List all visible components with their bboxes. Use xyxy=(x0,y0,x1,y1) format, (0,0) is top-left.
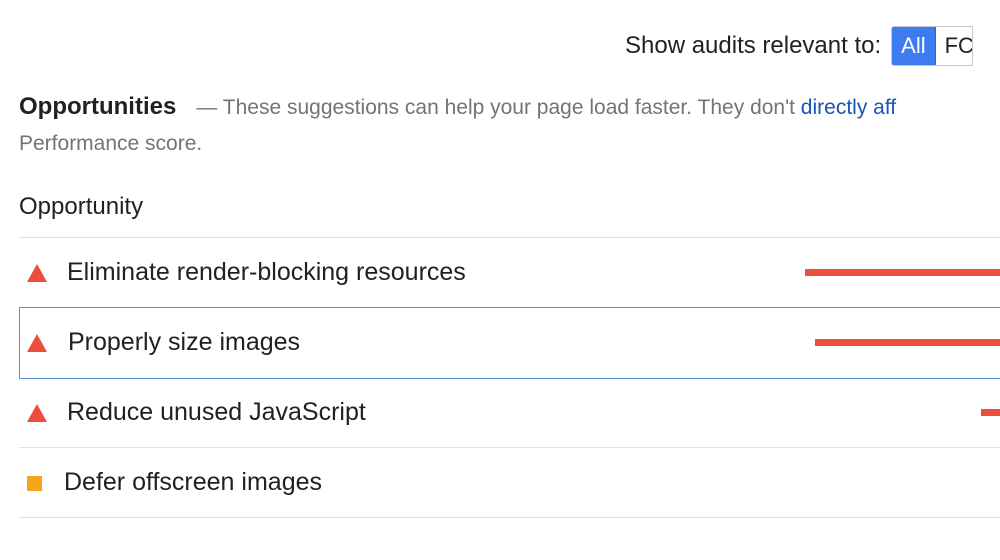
audit-row-properly-size-images[interactable]: Properly size images xyxy=(19,307,1000,379)
section-description-link[interactable]: directly aff xyxy=(801,96,896,119)
audit-title: Properly size images xyxy=(68,328,301,356)
audit-row-defer-offscreen-images[interactable]: Defer offscreen images xyxy=(19,448,1000,518)
opportunities-header: Opportunities — These suggestions can hel… xyxy=(19,86,1000,128)
savings-bar xyxy=(815,339,1000,346)
column-header-opportunity: Opportunity xyxy=(19,193,144,220)
audit-filter-label: Show audits relevant to: xyxy=(625,32,882,59)
audit-title: Defer offscreen images xyxy=(64,468,322,496)
audit-title: Eliminate render-blocking resources xyxy=(67,258,466,286)
savings-bar-track xyxy=(759,269,1000,276)
filter-fcp-button[interactable]: FC xyxy=(935,27,973,65)
savings-bar xyxy=(980,409,1000,416)
warning-triangle-icon xyxy=(27,334,47,352)
section-description: — These suggestions can help your page l… xyxy=(196,96,801,119)
savings-bar xyxy=(804,269,1000,276)
filter-all-button[interactable]: All xyxy=(892,27,936,65)
audit-list: Eliminate render-blocking resources Prop… xyxy=(19,238,1000,518)
audit-row-unused-javascript[interactable]: Reduce unused JavaScript xyxy=(19,378,1000,448)
warning-triangle-icon xyxy=(27,264,47,282)
section-title: Opportunities xyxy=(19,93,177,120)
warning-triangle-icon xyxy=(27,404,47,422)
audit-filter: Show audits relevant to: All FC xyxy=(625,26,974,66)
average-square-icon xyxy=(27,476,42,491)
audit-title: Reduce unused JavaScript xyxy=(67,398,366,426)
audit-row-render-blocking[interactable]: Eliminate render-blocking resources xyxy=(19,238,1000,308)
savings-bar-track xyxy=(759,409,1000,416)
savings-bar-track xyxy=(760,339,1000,346)
section-description-continued: Performance score. xyxy=(19,132,203,155)
audit-filter-buttons: All FC xyxy=(891,26,974,66)
